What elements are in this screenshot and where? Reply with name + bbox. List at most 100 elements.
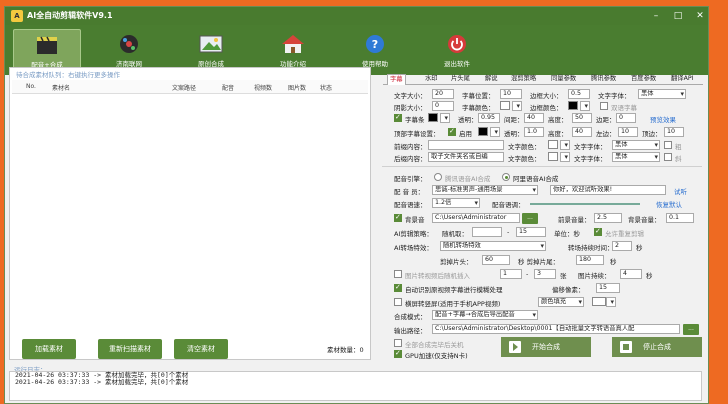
tab-sync-params[interactable]: 同量参数 <box>549 74 578 85</box>
log-panel[interactable]: 2021-04-26 03:37:33 -> 素材加载完毕，共[0]个素材 20… <box>9 371 702 401</box>
offset-input[interactable]: 15 <box>596 283 620 293</box>
tab-translate-api[interactable]: 翻译API <box>669 74 696 85</box>
sub-bar-checkbox[interactable] <box>394 113 402 122</box>
tab-baidu-params[interactable]: 百度参数 <box>629 74 658 85</box>
tab-tencent-params[interactable]: 腾讯参数 <box>589 74 618 85</box>
border-color-swatch[interactable] <box>568 101 578 110</box>
vertical-checkbox[interactable] <box>394 298 402 306</box>
rescan-material-button[interactable]: 重新扫描素材 <box>98 339 162 359</box>
back-color-swatch[interactable] <box>548 152 558 161</box>
column-header[interactable]: 状态 <box>320 83 332 92</box>
toolbar-network-button[interactable]: 济南联网 <box>95 29 163 71</box>
clear-material-button[interactable]: 清空素材 <box>174 339 228 359</box>
column-header[interactable]: No. <box>26 83 36 90</box>
fill-select[interactable]: 颜色填充 <box>538 297 584 307</box>
bgm-path-input[interactable]: C:\Users\Administrator <box>432 213 520 223</box>
speaker-select[interactable]: 思诚-标准男声-通用场景 <box>432 185 538 195</box>
height-input-2[interactable]: 40 <box>572 127 592 137</box>
tab-mix-strategy[interactable]: 混剪策略 <box>509 74 538 85</box>
mode-select[interactable]: 配音+字幕→合成后导出配音 <box>432 310 538 320</box>
speed-select[interactable]: 1.2倍 <box>432 198 480 208</box>
back-italic-checkbox[interactable] <box>664 153 672 161</box>
front-input[interactable] <box>428 140 504 150</box>
gpu-checkbox[interactable] <box>394 349 402 358</box>
column-header[interactable]: 图片数 <box>288 83 306 92</box>
tail-input[interactable]: 180 <box>576 255 604 265</box>
front-color-dropdown[interactable] <box>560 140 570 150</box>
minimize-icon[interactable]: – <box>645 7 667 25</box>
fx-color-dropdown[interactable] <box>490 127 500 137</box>
margin-input[interactable]: 0 <box>616 113 636 123</box>
fx-color-swatch[interactable] <box>478 127 488 136</box>
toolbar-dub-merge-button[interactable]: 配音+合成 <box>13 29 81 71</box>
font-size-input[interactable]: 20 <box>432 89 454 99</box>
front-font-select[interactable]: 黑体 <box>612 140 660 150</box>
enable-checkbox[interactable] <box>448 127 456 136</box>
sub-pos-input[interactable]: 10 <box>500 89 522 99</box>
tone-slider[interactable] <box>530 203 640 205</box>
tab-subtitle[interactable]: 字幕 <box>387 74 406 85</box>
left-input[interactable]: 10 <box>618 127 638 137</box>
material-queue-panel[interactable] <box>9 67 371 360</box>
spacing-input[interactable]: 40 <box>524 113 544 123</box>
toolbar-help-button[interactable]: ? 使用帮助 <box>341 29 409 71</box>
img-from-input[interactable]: 1 <box>500 269 522 279</box>
toolbar-exit-button[interactable]: 退出软件 <box>423 29 491 71</box>
engine-ali-radio[interactable] <box>502 173 510 181</box>
bar-color-swatch[interactable] <box>428 113 438 122</box>
cut-from-input[interactable] <box>472 227 502 237</box>
shadow-input[interactable]: 0 <box>432 101 454 111</box>
tab-narration[interactable]: 解说 <box>483 74 500 85</box>
trans-time-input[interactable]: 2 <box>612 241 632 251</box>
sub-color-dropdown[interactable] <box>512 101 522 111</box>
reset-link[interactable]: 恢复默认 <box>656 199 682 209</box>
fg-vol-input[interactable]: 2.5 <box>594 213 622 223</box>
out-browse-button[interactable]: ... <box>683 324 699 335</box>
trans-select[interactable]: 随机转场特效 <box>440 241 546 251</box>
out-path-input[interactable]: C:\Users\Administrator\Desktop\0001【自动批量… <box>432 324 680 334</box>
close-icon[interactable]: ✕ <box>689 7 711 25</box>
font-select[interactable]: 黑体 <box>638 89 686 99</box>
back-input[interactable]: 取子文件夹名或自编 <box>428 152 504 162</box>
bgm-browse-button[interactable]: ... <box>522 213 538 224</box>
bgm-checkbox[interactable] <box>394 213 402 222</box>
head-input[interactable]: 60 <box>482 255 510 265</box>
allow-repeat-checkbox[interactable] <box>594 227 602 236</box>
column-header[interactable]: 素材名 <box>52 83 70 92</box>
fill-color-swatch[interactable] <box>592 297 606 306</box>
maximize-icon[interactable]: □ <box>667 7 689 25</box>
toolbar-features-button[interactable]: 功能介绍 <box>259 29 327 71</box>
border-color-dropdown[interactable] <box>580 101 590 111</box>
back-font-select[interactable]: 黑体 <box>612 152 660 162</box>
stop-button[interactable]: 停止合成 <box>612 337 702 357</box>
img-to-input[interactable]: 3 <box>534 269 556 279</box>
dual-sub-checkbox[interactable] <box>600 102 608 110</box>
cut-to-input[interactable]: 15 <box>516 227 546 237</box>
sub-color-swatch[interactable] <box>500 101 510 110</box>
height-input[interactable]: 50 <box>572 113 592 123</box>
toolbar-original-button[interactable]: 原创合成 <box>177 29 245 71</box>
column-header[interactable]: 文案路径 <box>172 83 196 92</box>
column-header[interactable]: 配音 <box>222 83 234 92</box>
alpha-input[interactable]: 0.95 <box>478 113 500 123</box>
column-header[interactable]: 视频数 <box>254 83 272 92</box>
tab-watermark[interactable]: 水印 <box>423 74 440 85</box>
test-text-input[interactable]: 你好，欢迎试听效果! <box>550 185 666 195</box>
shutdown-checkbox[interactable] <box>394 339 402 347</box>
bar-color-dropdown[interactable] <box>440 113 450 123</box>
blur-checkbox[interactable] <box>394 283 402 292</box>
front-color-swatch[interactable] <box>548 140 558 149</box>
listen-link[interactable]: 试听 <box>674 186 687 196</box>
alpha-input-2[interactable]: 1.0 <box>524 127 544 137</box>
top-input[interactable]: 10 <box>664 127 684 137</box>
img-insert-checkbox[interactable] <box>394 270 402 278</box>
fill-color-dropdown[interactable] <box>606 297 616 307</box>
start-button[interactable]: 开始合成 <box>501 337 591 357</box>
border-size-input[interactable]: 0.5 <box>568 89 590 99</box>
front-bold-checkbox[interactable] <box>664 141 672 149</box>
engine-tencent-radio[interactable] <box>434 173 442 181</box>
load-material-button[interactable]: 加载素材 <box>22 339 76 359</box>
tab-head-tail[interactable]: 片头尾 <box>449 74 472 85</box>
preview-link[interactable]: 预览效果 <box>650 114 676 124</box>
bg-vol-input[interactable]: 0.1 <box>666 213 694 223</box>
